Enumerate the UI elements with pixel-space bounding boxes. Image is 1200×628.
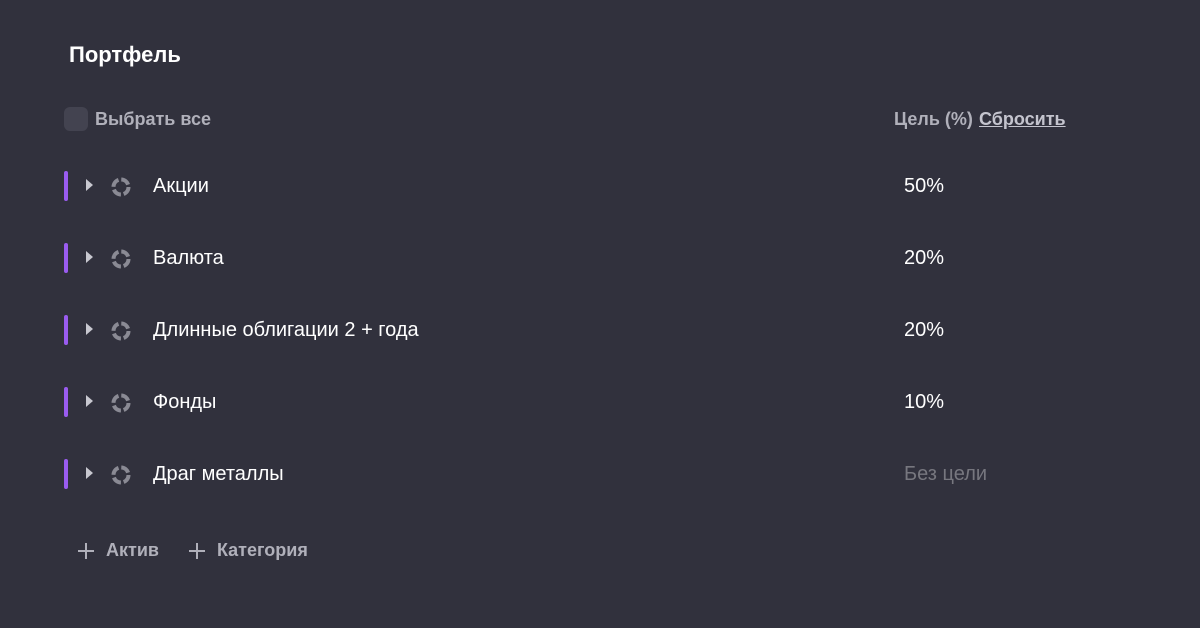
category-color-bar	[64, 459, 68, 489]
plus-icon	[78, 542, 94, 559]
donut-chart-icon	[111, 393, 131, 413]
category-color-bar	[64, 243, 68, 273]
goal-column-header: Цель (%)	[894, 109, 973, 129]
category-name: Акции	[153, 175, 209, 197]
category-name: Валюта	[153, 247, 224, 269]
donut-chart-icon	[111, 249, 131, 269]
category-color-bar	[64, 315, 68, 345]
category-goal[interactable]: Без цели	[904, 463, 987, 486]
expand-caret-icon[interactable]	[86, 467, 93, 479]
expand-caret-icon[interactable]	[86, 323, 93, 335]
donut-chart-icon	[111, 177, 131, 197]
category-name: Длинные облигации 2 + года	[153, 319, 419, 341]
category-row[interactable]: Акции 50%	[64, 151, 1064, 223]
category-row[interactable]: Фонды 10%	[64, 367, 1064, 439]
portfolio-panel: Портфель Выбрать все Цель (%) Сбросить А…	[0, 0, 1200, 628]
select-all-toggle[interactable]: Выбрать все	[64, 107, 211, 131]
reset-link[interactable]: Сбросить	[979, 109, 1066, 130]
category-color-bar	[64, 171, 68, 201]
expand-caret-icon[interactable]	[86, 251, 93, 263]
list-header: Выбрать все Цель (%) Сбросить	[64, 107, 1066, 133]
category-goal[interactable]: 50%	[904, 175, 944, 198]
add-asset-button[interactable]: Актив	[78, 540, 159, 561]
donut-chart-icon	[111, 321, 131, 341]
category-goal[interactable]: 20%	[904, 247, 944, 270]
category-goal[interactable]: 20%	[904, 319, 944, 342]
category-name: Фонды	[153, 391, 217, 413]
category-row[interactable]: Драг металлы Без цели	[64, 439, 1064, 511]
plus-icon	[188, 542, 205, 559]
expand-caret-icon[interactable]	[86, 179, 93, 191]
select-all-checkbox[interactable]	[64, 107, 88, 131]
category-color-bar	[64, 387, 68, 417]
donut-chart-icon	[111, 465, 131, 485]
category-list: Акции 50% Валюта 20% Длинные облигации 2…	[64, 151, 1064, 511]
category-row[interactable]: Валюта 20%	[64, 223, 1064, 295]
category-goal[interactable]: 10%	[904, 391, 944, 414]
add-category-label: Категория	[216, 540, 308, 560]
category-row[interactable]: Длинные облигации 2 + года 20%	[64, 295, 1064, 367]
category-name: Драг металлы	[153, 463, 284, 485]
add-asset-label: Актив	[106, 540, 159, 560]
expand-caret-icon[interactable]	[86, 395, 93, 407]
select-all-label: Выбрать все	[95, 108, 212, 129]
page-title: Портфель	[69, 42, 181, 67]
add-category-button[interactable]: Категория	[188, 540, 308, 561]
footer-actions: Актив Категория	[78, 540, 338, 561]
